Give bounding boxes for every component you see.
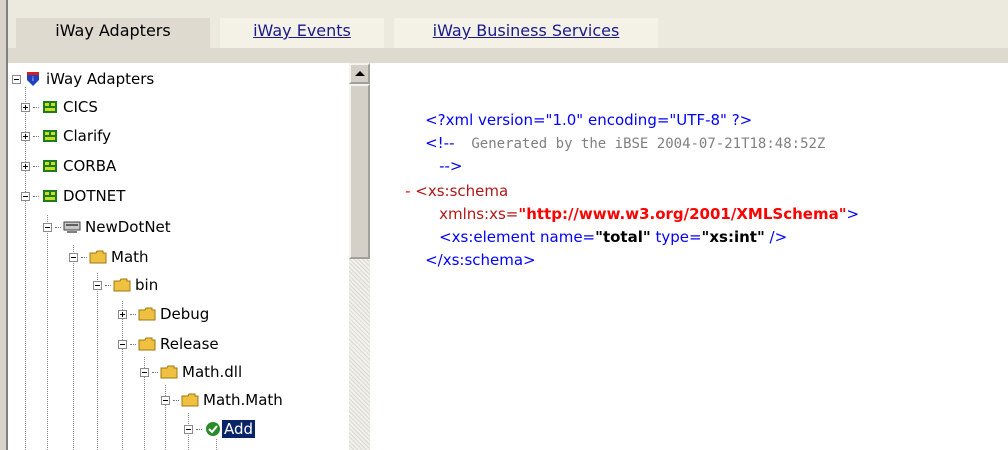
tree-label: Clarify [63,127,112,145]
adapter-icon [43,101,57,113]
tree-label: bin [135,276,159,294]
adapter-icon [43,160,57,172]
tree-item-bin[interactable]: bin [93,272,158,298]
tab-strip [8,48,1008,63]
tree-label-selected: Add [222,420,256,438]
scroll-up-button[interactable] [349,63,370,84]
folder-icon [160,365,178,379]
tab-iway-business-services[interactable]: iWay Business Services [394,18,658,48]
tree-item-dotnet[interactable]: DOTNET [21,183,125,209]
tree-label: CORBA [63,157,117,175]
tree-label: CICS [63,98,98,116]
collapse-icon[interactable] [118,339,127,349]
adapter-tree: i iWay Adapters CICS Clarify CORBA DOTNE… [8,63,370,450]
folder-icon [181,393,199,407]
xml-comment: <!-- Generated by the iBSE 2004-07-21T18… [425,134,826,152]
expand-icon[interactable] [21,131,30,141]
expand-icon[interactable] [118,309,127,319]
adapter-icon [43,130,57,142]
tab-iway-adapters[interactable]: iWay Adapters [16,18,210,48]
tree-root-iway-adapters[interactable]: i iWay Adapters [12,66,154,92]
tree-scrollbar[interactable] [349,63,370,450]
tree-label: DOTNET [63,187,126,205]
tree-label: Release [160,335,219,353]
tree-item-math-math[interactable]: Math.Math [161,387,283,413]
collapse-icon[interactable] [12,74,21,84]
server-icon [63,221,81,233]
expand-icon[interactable] [21,161,30,171]
collapse-icon[interactable] [69,252,78,262]
tree-label: NewDotNet [85,218,171,236]
collapse-icon[interactable] [161,395,170,405]
tree-item-add[interactable]: Add [184,416,256,442]
xml-schema-close: </xs:schema> [425,251,536,269]
iway-logo-icon: i [27,72,39,86]
tree-item-newdotnet[interactable]: NewDotNet [43,214,171,240]
tree-label: iWay Adapters [46,70,155,88]
collapse-icon[interactable] [93,280,102,290]
tree-item-corba[interactable]: CORBA [21,153,116,179]
tree-label: Math [111,248,149,266]
arrow-up-icon [354,71,365,76]
tree-label: Debug [160,305,210,323]
xml-schema-viewer: <?xml version="1.0" encoding="UTF-8" ?> … [370,63,1008,450]
adapter-icon [43,190,57,202]
tree-item-debug[interactable]: Debug [118,301,209,327]
collapse-icon[interactable] [140,367,149,377]
tree-item-math[interactable]: Math [69,244,149,270]
tab-bar: iWay Adapters iWay Events iWay Business … [8,0,1008,48]
check-icon [206,422,220,436]
tab-iway-events[interactable]: iWay Events [220,18,384,48]
folder-icon [89,250,107,264]
tree-item-release[interactable]: Release [118,331,219,357]
folder-icon [113,278,131,292]
tree-item-cics[interactable]: CICS [21,94,98,120]
tree-label: Math.dll [182,363,243,381]
collapse-icon[interactable] [21,191,30,201]
tree-item-clarify[interactable]: Clarify [21,123,111,149]
tree-label: Math.Math [203,391,283,409]
collapse-icon[interactable] [43,222,52,232]
window-frame [0,0,8,450]
scroll-thumb[interactable] [349,84,370,259]
folder-icon [138,337,156,351]
folder-icon [138,307,156,321]
expand-icon[interactable] [21,102,30,112]
collapse-icon[interactable] [184,424,193,434]
tree-item-math-dll[interactable]: Math.dll [140,359,242,385]
